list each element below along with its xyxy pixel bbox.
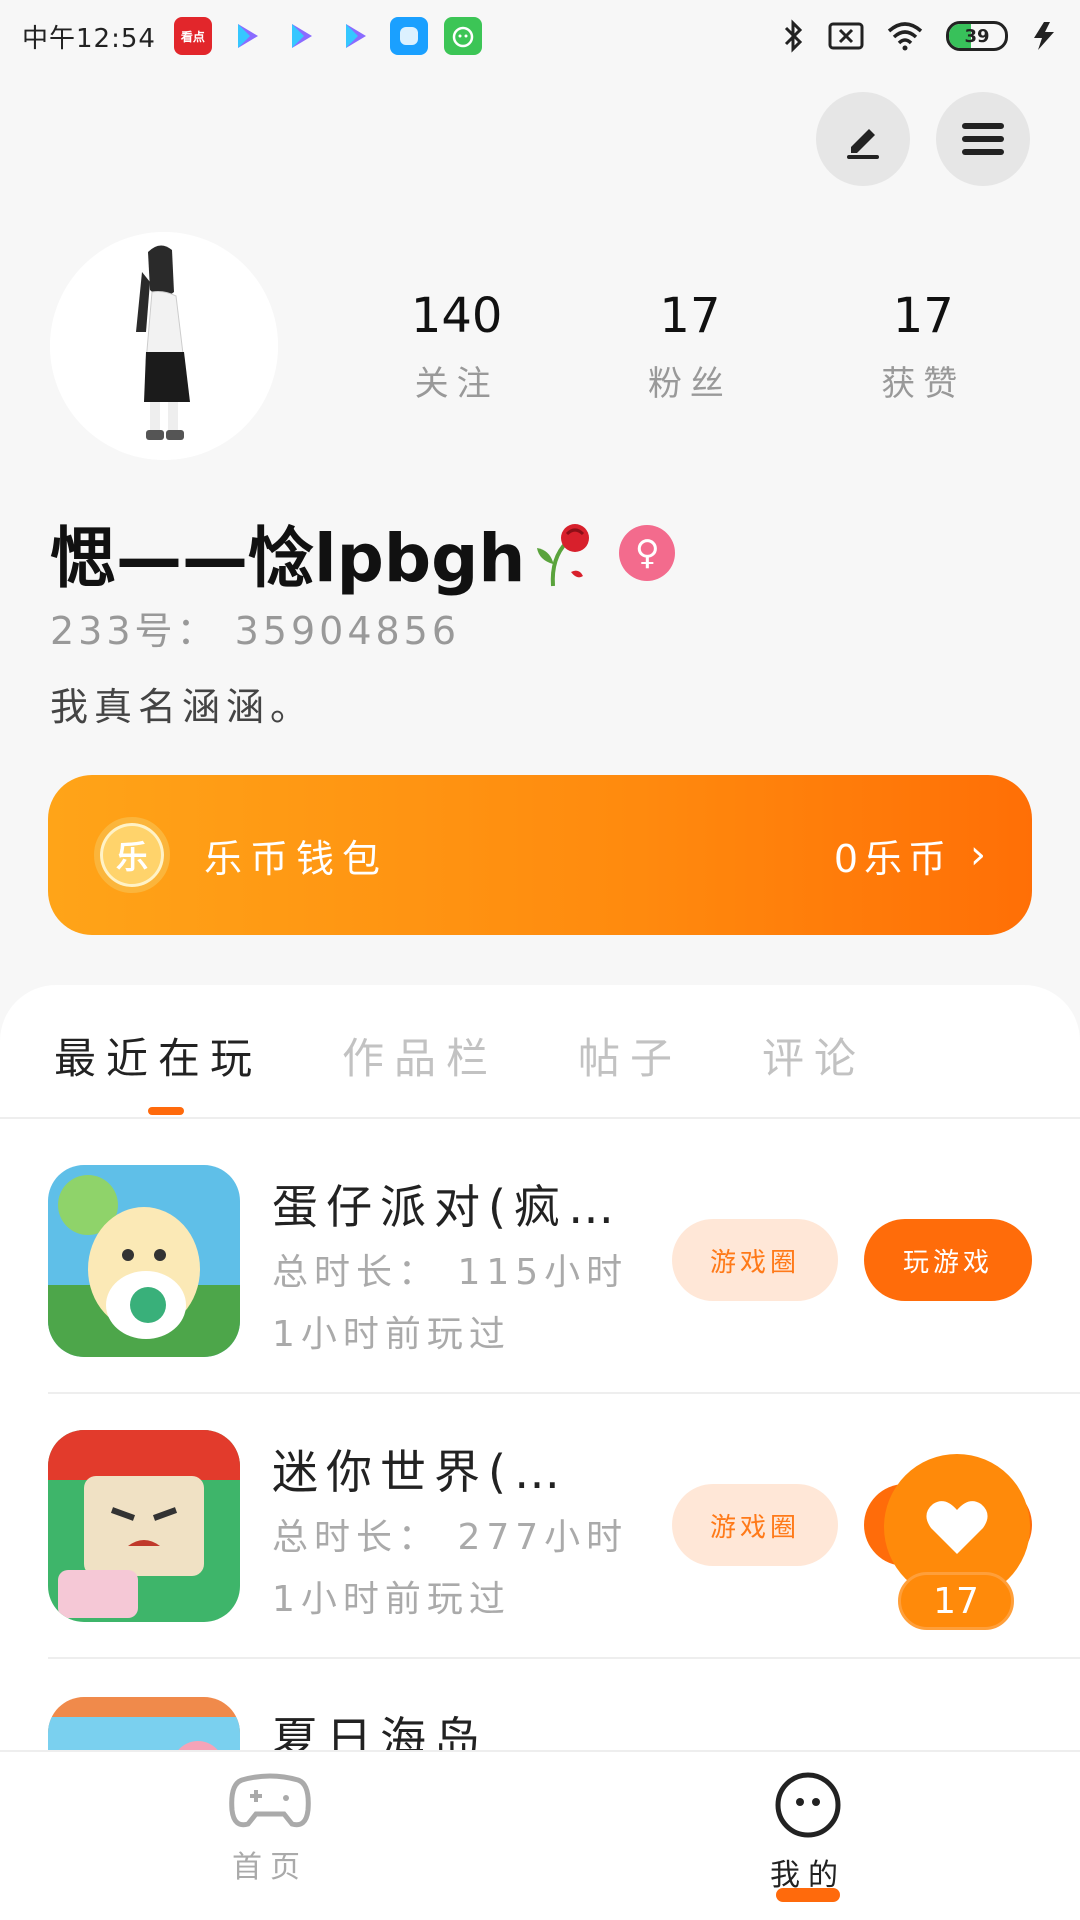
tab-recently-played[interactable]: 最近在玩 [54,1025,262,1086]
game-circle-button[interactable]: 游戏圈 [672,1484,838,1566]
wifi-icon [887,22,923,51]
status-app-icons: 看点 [173,17,482,55]
tab-works[interactable]: 作品栏 [342,1025,498,1086]
wallet-banner[interactable]: 乐 乐币钱包 0乐币 › [48,775,1032,935]
edit-pencil-icon [847,129,879,159]
status-bar: 中午12:54 看点 39 [0,0,1080,72]
game-total-duration: 总时长： 277小时 [272,1517,629,1558]
kandian-app-icon: 看点 [173,17,212,55]
game-last-played: 1小时前玩过 [272,1314,511,1355]
game-title: 迷你世界(… [272,1445,568,1499]
status-time: 中午12:54 [22,23,156,54]
username: 愢——惗lpbgh [50,520,526,597]
gamepad-icon [229,1773,311,1828]
game-total-duration: 总时长： 115小时 [272,1252,629,1293]
stat-likes[interactable]: 17 获赞 [807,288,1040,405]
nav-mine[interactable]: 我的 [708,1770,908,1902]
avatar-figure-illustration [50,232,278,460]
wallet-balance: 0乐币 [833,836,952,881]
user-bio: 我真名涵涵。 [50,685,315,729]
charging-icon [1034,22,1054,50]
gender-badge: ♀ [619,525,676,581]
browser-app-icon [389,17,428,55]
wilted-rose-emoji-icon [537,524,590,587]
battery-indicator: 39 [946,21,1008,51]
menu-button[interactable] [936,92,1030,186]
status-indicators: 39 [780,19,1058,53]
stat-value: 17 [892,288,954,344]
avatar[interactable] [50,232,278,460]
heart-icon [926,1501,988,1554]
bottom-nav: 首页 我的 [0,1750,1080,1920]
no-sim-icon [828,22,864,50]
stat-label: 关注 [414,364,499,404]
stat-label: 粉丝 [647,364,732,404]
stat-label: 获赞 [881,364,966,404]
video-play-app-icon [282,17,320,55]
game-last-played: 1小时前玩过 [272,1579,511,1620]
active-tab-indicator [148,1107,184,1115]
video-play-app-icon [336,17,374,55]
username-row: 愢——惗lpbgh ♀ [50,505,676,601]
battery-level: 39 [964,25,990,47]
divider [0,1117,1080,1119]
chevron-right-icon: › [970,832,986,878]
divider [48,1392,1080,1394]
stat-following[interactable]: 140 关注 [340,288,573,405]
game-icon-mini-world[interactable] [48,1430,240,1622]
coin-icon: 乐 [94,817,170,893]
stat-value: 17 [659,288,721,344]
tab-posts[interactable]: 帖子 [578,1025,682,1086]
tab-comments[interactable]: 评论 [762,1025,866,1086]
nav-label: 首页 [232,1850,308,1885]
play-game-button[interactable]: 玩游戏 [864,1219,1032,1301]
user-id: 233号： 35904856 [50,609,461,653]
game-icon-eggy-party[interactable] [48,1165,240,1357]
divider [48,1657,1080,1659]
profile-tabs: 最近在玩 作品栏 帖子 评论 [54,1025,946,1086]
wallet-label: 乐币钱包 [204,836,389,881]
hamburger-menu-icon [962,123,1004,155]
game-circle-button[interactable]: 游戏圈 [672,1219,838,1301]
game-title: 蛋仔派对(疯… [272,1180,622,1234]
profile-face-icon [775,1772,841,1838]
stat-value: 140 [410,288,503,344]
nav-label: 我的 [770,1858,846,1893]
like-count-badge: 17 [898,1572,1014,1630]
nav-home[interactable]: 首页 [170,1770,370,1886]
stat-fans[interactable]: 17 粉丝 [573,288,806,405]
profile-stats: 140 关注 17 粉丝 17 获赞 [340,288,1040,405]
bluetooth-icon [784,19,803,53]
video-play-app-icon [228,17,266,55]
cat-app-icon [443,17,482,55]
edit-profile-button[interactable] [816,92,910,186]
